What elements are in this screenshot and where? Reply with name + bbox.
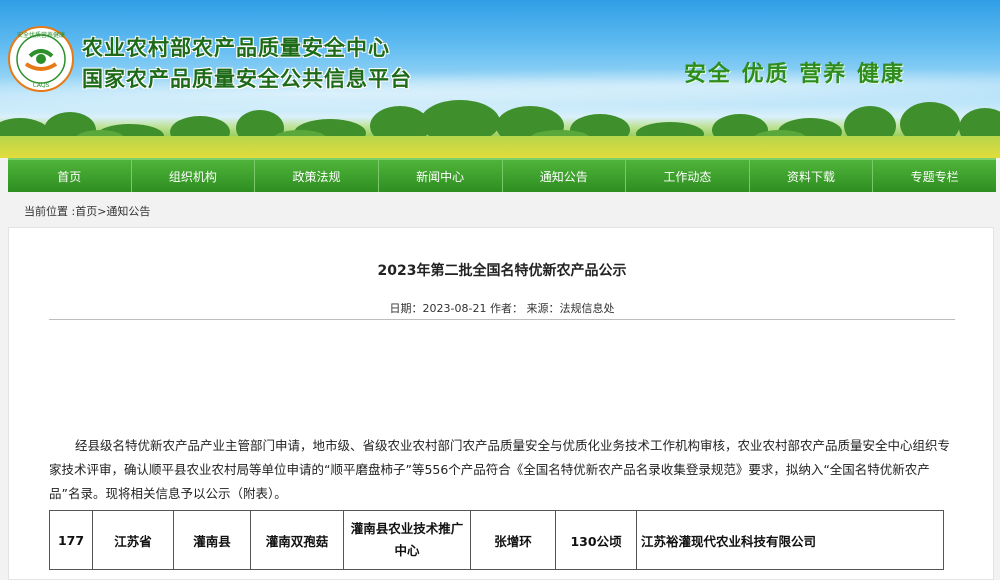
caqs-logo: 安全优质营养健康 CAQS — [8, 26, 74, 92]
nav-item-notices[interactable]: 通知公告 — [503, 160, 627, 192]
site-slogan: 安全 优质 营养 健康 — [684, 61, 905, 87]
table-row: 177 江苏省 灌南县 灌南双孢菇 灌南县农业技术推广中心 张增环 130公顷 … — [49, 510, 944, 570]
banner-field — [0, 136, 1000, 158]
nav-item-work-updates[interactable]: 工作动态 — [626, 160, 750, 192]
cell-province: 江苏省 — [92, 510, 174, 570]
site-subtitle: 国家农产品质量安全公共信息平台 — [82, 67, 412, 91]
nav-item-policy[interactable]: 政策法规 — [255, 160, 379, 192]
nav-item-news[interactable]: 新闻中心 — [379, 160, 503, 192]
breadcrumb: 当前位置 :首页>通知公告 — [24, 203, 150, 219]
article-meta: 日期：2023-08-21 作者： 来源：法规信息处 — [389, 302, 615, 315]
divider — [49, 319, 955, 320]
breadcrumb-prefix: 当前位置 : — [24, 205, 76, 218]
nav-item-home[interactable]: 首页 — [8, 160, 132, 192]
nav-item-special-topics[interactable]: 专题专栏 — [873, 160, 996, 192]
nav-item-organization[interactable]: 组织机构 — [132, 160, 256, 192]
main-nav: 首页 组织机构 政策法规 新闻中心 通知公告 工作动态 资料下载 专题专栏 — [8, 158, 996, 192]
article-panel: 2023年第二批全国名特优新农产品公示 日期：2023-08-21 作者： 来源… — [8, 227, 994, 580]
site-title: 农业农村部农产品质量安全中心 — [82, 36, 390, 60]
cell-scale: 130公顷 — [555, 510, 637, 570]
article-title: 2023年第二批全国名特优新农产品公示 — [377, 263, 627, 279]
breadcrumb-current-link[interactable]: 通知公告 — [106, 205, 150, 218]
product-table: 177 江苏省 灌南县 灌南双孢菇 灌南县农业技术推广中心 张增环 130公顷 … — [49, 510, 944, 570]
cell-contact: 张增环 — [470, 510, 556, 570]
article-paragraph: 经县级名特优新农产品产业主管部门申请，地市级、省级农业农村部门农产品质量安全与优… — [49, 438, 951, 501]
cell-county: 灌南县 — [173, 510, 251, 570]
cell-no: 177 — [49, 510, 93, 570]
cell-product: 灌南双孢菇 — [250, 510, 344, 570]
cell-applicant: 灌南县农业技术推广中心 — [343, 510, 471, 570]
header-banner: 安全优质营养健康 CAQS 农业农村部农产品质量安全中心 国家农产品质量安全公共… — [0, 0, 1000, 158]
logo-abbr-text: CAQS — [33, 82, 50, 89]
nav-item-downloads[interactable]: 资料下载 — [750, 160, 874, 192]
logo-arc-text: 安全优质营养健康 — [17, 31, 65, 39]
cell-enterprise: 江苏裕灌现代农业科技有限公司 — [636, 510, 944, 570]
breadcrumb-home-link[interactable]: 首页 — [75, 205, 97, 218]
